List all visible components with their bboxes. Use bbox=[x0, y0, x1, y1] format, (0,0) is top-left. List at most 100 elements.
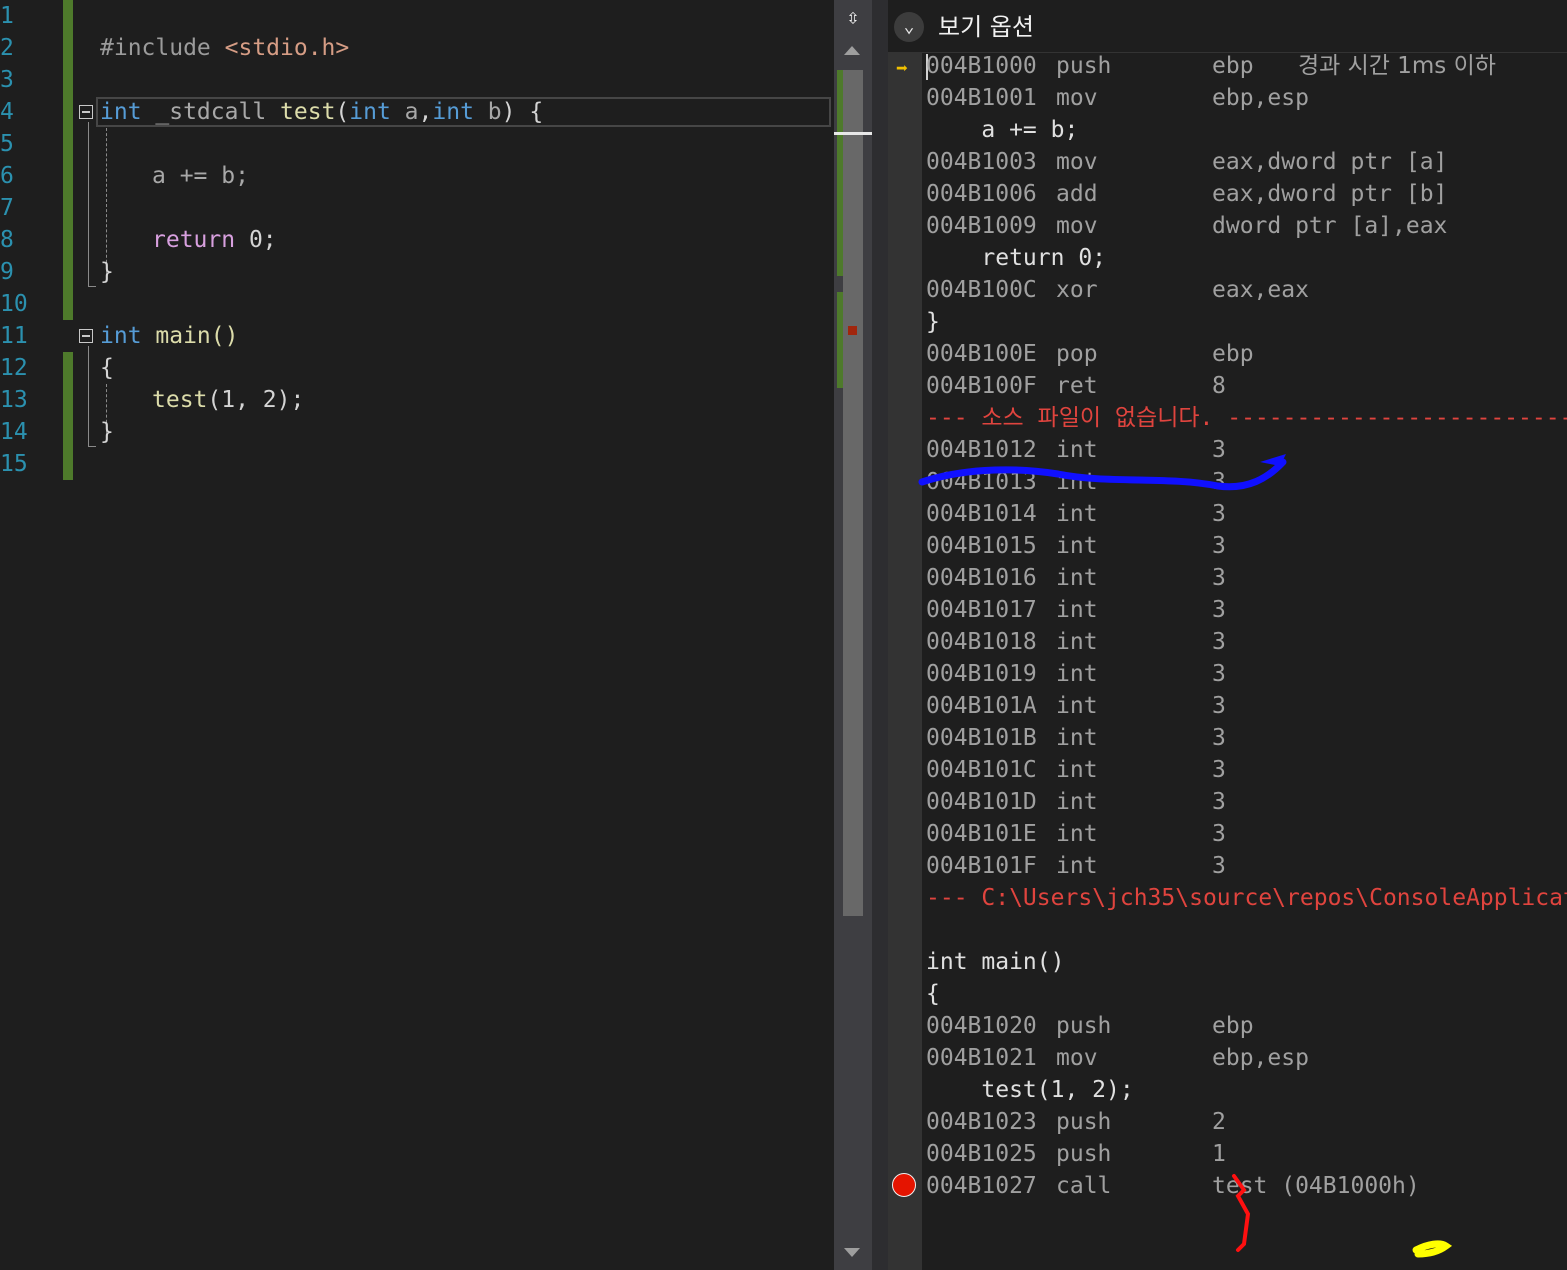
include-header: <stdio.h> bbox=[224, 35, 350, 61]
line-number: 3 bbox=[0, 67, 14, 93]
breakpoint-gutter[interactable] bbox=[888, 0, 922, 1270]
code-line-11[interactable]: int main() bbox=[100, 320, 238, 352]
scroll-down-arrow-icon[interactable] bbox=[844, 1248, 860, 1257]
operand: 3 bbox=[1212, 533, 1226, 559]
operand: ebp bbox=[1212, 1013, 1254, 1039]
keyword-int: int bbox=[349, 99, 391, 125]
operand: 3 bbox=[1212, 629, 1226, 655]
code-line-8[interactable]: return 0; bbox=[152, 224, 277, 256]
mnemonic: push bbox=[1056, 1013, 1112, 1039]
include-directive: #include bbox=[100, 35, 225, 61]
chevron-down-icon[interactable]: ⌄ bbox=[894, 12, 924, 42]
mnemonic: add bbox=[1056, 181, 1098, 207]
code-line-13[interactable]: test(1, 2); bbox=[152, 384, 304, 416]
source-line[interactable]: } bbox=[926, 306, 940, 338]
paren-close: ) { bbox=[501, 99, 544, 125]
scroll-up-arrow-icon[interactable] bbox=[844, 46, 860, 55]
operand: eax,eax bbox=[1212, 277, 1309, 303]
address: 004B1000 bbox=[926, 53, 1037, 79]
address: 004B1023 bbox=[926, 1109, 1037, 1135]
function-name-test: test bbox=[280, 99, 336, 125]
address: 004B1015 bbox=[926, 533, 1037, 559]
address: 004B1013 bbox=[926, 469, 1037, 495]
source-separator[interactable]: --- 소스 파일이 없습니다. -----------------------… bbox=[926, 402, 1567, 434]
call-args: (1, 2); bbox=[207, 387, 305, 413]
address: 004B1006 bbox=[926, 181, 1037, 207]
function-name-main: main() bbox=[141, 323, 239, 349]
operand: eax,dword ptr [b] bbox=[1212, 181, 1448, 207]
operand: 3 bbox=[1212, 565, 1226, 591]
address: 004B1001 bbox=[926, 85, 1037, 111]
mnemonic: mov bbox=[1056, 213, 1098, 239]
line-number: 4 bbox=[0, 99, 14, 125]
code-line-14[interactable]: } bbox=[100, 416, 114, 448]
operand: ebp bbox=[1212, 341, 1254, 367]
mnemonic: int bbox=[1056, 533, 1098, 559]
address: 004B101A bbox=[926, 693, 1037, 719]
line-number: 7 bbox=[0, 195, 14, 221]
code-line-4[interactable]: int _stdcall test(int a,int b) { bbox=[100, 96, 543, 128]
mnemonic: push bbox=[1056, 1141, 1112, 1167]
mnemonic: int bbox=[1056, 597, 1098, 623]
address: 004B1019 bbox=[926, 661, 1037, 687]
source-line[interactable]: return 0; bbox=[926, 242, 1106, 274]
operand: 2 bbox=[1212, 1109, 1226, 1135]
code-line-6[interactable]: a += b; bbox=[152, 160, 249, 192]
scope-guide-end bbox=[88, 286, 96, 287]
line-number: 2 bbox=[0, 35, 14, 61]
code-line-2[interactable]: #include <stdio.h> bbox=[100, 32, 349, 64]
split-window-icon[interactable]: ⇳ bbox=[834, 0, 872, 36]
operand: 1 bbox=[1212, 1141, 1226, 1167]
scope-guide bbox=[88, 122, 89, 286]
collapse-toggle-test[interactable] bbox=[79, 105, 93, 119]
source-line[interactable]: { bbox=[926, 978, 940, 1010]
mnemonic: mov bbox=[1056, 149, 1098, 175]
mnemonic: mov bbox=[1056, 1045, 1098, 1071]
mnemonic: int bbox=[1056, 757, 1098, 783]
source-editor[interactable]: 1 2 3 4 5 6 7 8 9 10 11 12 13 14 15 #include <stdio.h>… bbox=[0, 0, 836, 1270]
operand: 3 bbox=[1212, 853, 1226, 879]
line-number: 13 bbox=[0, 387, 28, 413]
mnemonic: pop bbox=[1056, 341, 1098, 367]
keyword-return: return bbox=[152, 227, 236, 253]
address: 004B1018 bbox=[926, 629, 1037, 655]
operand: 3 bbox=[1212, 821, 1226, 847]
code-line-9[interactable]: } bbox=[100, 256, 114, 288]
address: 004B101B bbox=[926, 725, 1037, 751]
line-number: 10 bbox=[0, 291, 28, 317]
scrollbar-change-marker bbox=[837, 70, 843, 276]
breakpoint-icon[interactable] bbox=[892, 1173, 916, 1197]
source-line[interactable]: a += b; bbox=[926, 114, 1078, 146]
mnemonic: int bbox=[1056, 821, 1098, 847]
operand: test (04B1000h) bbox=[1212, 1173, 1420, 1199]
address: 004B101C bbox=[926, 757, 1037, 783]
param-b: b bbox=[473, 99, 502, 125]
scrollbar-thumb[interactable] bbox=[843, 70, 863, 916]
address: 004B1016 bbox=[926, 565, 1037, 591]
address: 004B1003 bbox=[926, 149, 1037, 175]
source-line[interactable]: int main() bbox=[926, 946, 1064, 978]
calling-convention: _stdcall bbox=[141, 99, 281, 125]
address: 004B100E bbox=[926, 341, 1037, 367]
call-test: test bbox=[152, 387, 208, 413]
vertical-scrollbar[interactable]: ⇳ bbox=[834, 0, 872, 1270]
mnemonic: int bbox=[1056, 437, 1098, 463]
operand: ebp,esp bbox=[1212, 1045, 1309, 1071]
source-line[interactable]: test(1, 2); bbox=[926, 1074, 1133, 1106]
change-indicator bbox=[63, 0, 73, 320]
collapse-toggle-main[interactable] bbox=[79, 329, 93, 343]
view-options-bar[interactable]: ⌄ 보기 옵션 bbox=[888, 0, 1567, 53]
mnemonic: ret bbox=[1056, 373, 1098, 399]
address: 004B1020 bbox=[926, 1013, 1037, 1039]
operand: 3 bbox=[1212, 661, 1226, 687]
param-a: a bbox=[390, 99, 419, 125]
code-line-12[interactable]: { bbox=[100, 352, 114, 384]
view-options-label[interactable]: 보기 옵션 bbox=[938, 10, 1034, 44]
operand: ebp bbox=[1212, 53, 1254, 79]
source-separator[interactable]: --- C:\Users\jch35\source\repos\ConsoleA… bbox=[926, 882, 1567, 914]
operand: ebp,esp bbox=[1212, 85, 1309, 111]
keyword-int: int bbox=[432, 99, 474, 125]
disassembly-window[interactable]: ⌄ 보기 옵션 ➡ 004B1000 push ebp 경과 시간 1ms 이하 004… bbox=[888, 0, 1567, 1270]
splitter[interactable] bbox=[872, 0, 888, 1270]
execution-pointer-icon: ➡ bbox=[896, 56, 909, 80]
